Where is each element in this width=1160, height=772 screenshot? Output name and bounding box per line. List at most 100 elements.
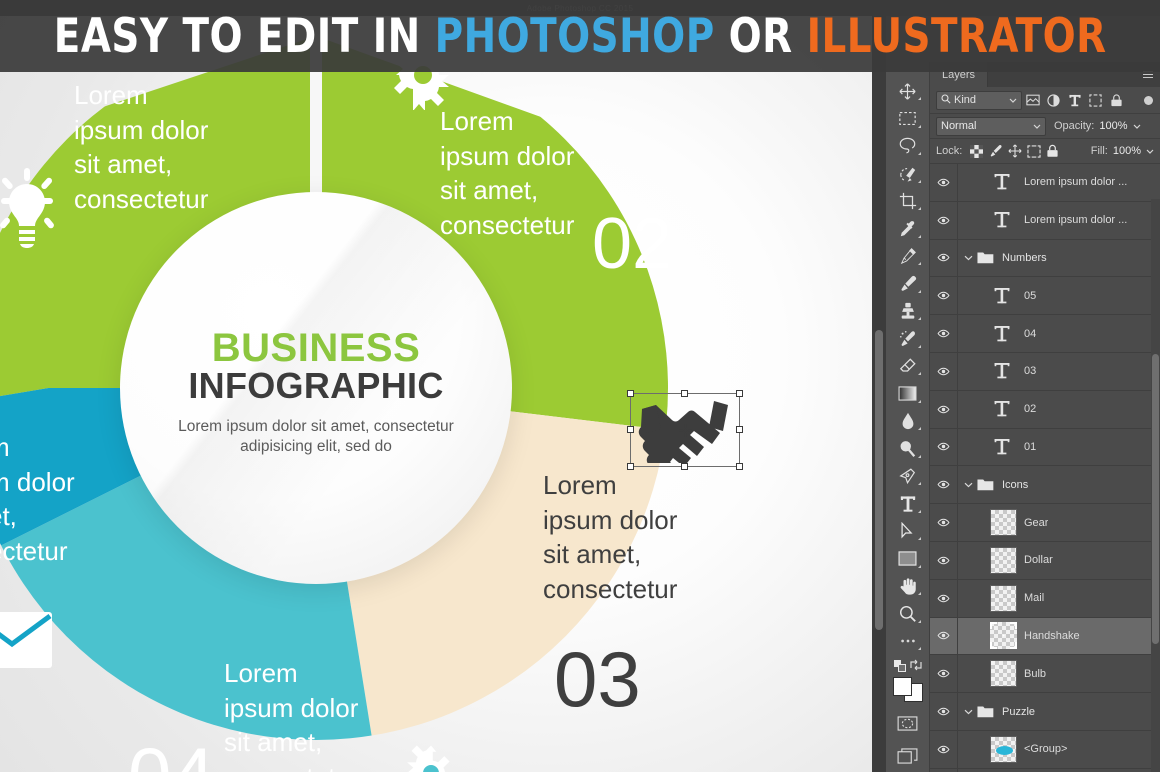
layer-thumbnail[interactable] <box>990 509 1017 537</box>
fill-stepper-icon[interactable] <box>1146 145 1154 157</box>
layer-visibility-toggle[interactable] <box>930 428 958 466</box>
layer-row[interactable]: Mail <box>930 579 1160 618</box>
type-filter-icon[interactable] <box>1064 91 1085 110</box>
default-and-swap-colors-row[interactable] <box>893 658 923 672</box>
blend-mode-row[interactable]: Normal Opacity: 100% <box>930 114 1160 139</box>
layers-panel-scrollbar[interactable] <box>1151 199 1160 772</box>
transform-handle-ne[interactable] <box>736 390 743 397</box>
transform-handle-nw[interactable] <box>627 390 634 397</box>
adjustment-filter-icon[interactable] <box>1043 91 1064 110</box>
layer-visibility-toggle[interactable] <box>930 277 958 315</box>
edit-toolbar-tool[interactable] <box>893 630 923 652</box>
layer-visibility-toggle[interactable] <box>930 579 958 617</box>
filter-kind-select[interactable]: Kind <box>936 90 1022 110</box>
layer-list[interactable]: Lorem ipsum dolor ... Lorem ipsum dolor .… <box>930 164 1160 772</box>
layer-body[interactable]: Numbers <box>958 240 1160 277</box>
lock-transparent-pixels-icon[interactable] <box>967 142 986 161</box>
history-brush-tool[interactable] <box>893 328 923 350</box>
layer-visibility-toggle[interactable] <box>930 541 958 579</box>
layer-thumbnail[interactable] <box>990 660 1017 688</box>
layer-row[interactable]: Lorem ipsum dolor ... <box>930 164 1160 202</box>
layer-row[interactable]: Gear <box>930 504 1160 542</box>
layer-row[interactable]: 05 <box>930 277 1160 316</box>
opacity-value[interactable]: 100% <box>1099 120 1127 132</box>
layer-thumbnail[interactable] <box>990 546 1017 574</box>
layer-row[interactable]: Icons <box>930 466 1160 505</box>
layer-body[interactable]: Gear <box>958 504 1160 541</box>
layer-body[interactable]: Lorem ipsum dolor ... <box>958 202 1160 239</box>
layer-row[interactable]: <Group> <box>930 730 1160 769</box>
panel-menu-icon[interactable] <box>1143 71 1153 79</box>
layer-group-disclosure-icon[interactable] <box>962 482 974 488</box>
layer-visibility-toggle[interactable] <box>930 164 958 201</box>
layer-row[interactable]: Dollar <box>930 541 1160 580</box>
layer-visibility-toggle[interactable] <box>930 201 958 239</box>
layer-visibility-toggle[interactable] <box>930 504 958 541</box>
move-tool[interactable] <box>893 80 923 102</box>
layer-visibility-toggle[interactable] <box>930 390 958 428</box>
layers-scrollbar-thumb[interactable] <box>1152 354 1159 644</box>
layer-filter-row[interactable]: Kind <box>930 87 1160 114</box>
layer-body[interactable]: Bulb <box>958 655 1160 692</box>
layer-group-disclosure-icon[interactable] <box>962 709 974 715</box>
layer-visibility-toggle[interactable] <box>930 315 958 352</box>
blur-tool[interactable] <box>893 410 923 432</box>
opacity-stepper-icon[interactable] <box>1133 120 1141 132</box>
layer-visibility-toggle[interactable] <box>930 655 958 693</box>
clone-stamp-tool[interactable] <box>893 300 923 322</box>
layer-body[interactable]: 04 <box>958 315 1160 352</box>
crop-tool[interactable] <box>893 190 923 212</box>
rectangle-tool[interactable] <box>893 548 923 570</box>
type-tool[interactable] <box>893 493 923 515</box>
layer-row[interactable]: 01 <box>930 428 1160 467</box>
transform-handle-s[interactable] <box>681 463 688 470</box>
foreground-background-color-swatch[interactable] <box>892 676 923 703</box>
hand-tool[interactable] <box>893 575 923 597</box>
layer-body[interactable]: Handshake <box>958 618 1160 655</box>
blend-mode-select[interactable]: Normal <box>936 116 1046 136</box>
lock-all-icon[interactable] <box>1043 142 1062 161</box>
quick-mask-mode-icon[interactable] <box>893 712 923 734</box>
transform-handle-sw[interactable] <box>627 463 634 470</box>
path-selection-tool[interactable] <box>893 520 923 542</box>
spot-healing-brush-tool[interactable] <box>893 245 923 267</box>
swap-colors-icon[interactable] <box>909 658 922 676</box>
eyedropper-tool[interactable] <box>893 218 923 240</box>
layer-body[interactable]: Icons <box>958 466 1160 503</box>
layer-body[interactable]: Lorem ipsum dolor ... <box>958 164 1160 201</box>
layer-row[interactable]: Handshake <box>930 617 1160 656</box>
filter-enable-toggle[interactable] <box>1143 91 1154 110</box>
layer-row[interactable]: 02 <box>930 390 1160 429</box>
lock-position-icon[interactable] <box>1005 142 1024 161</box>
quick-selection-tool[interactable] <box>893 163 923 185</box>
pixel-filter-icon[interactable] <box>1022 91 1043 110</box>
brush-tool[interactable] <box>893 273 923 295</box>
zoom-tool[interactable] <box>893 603 923 625</box>
tools-panel[interactable] <box>886 62 930 772</box>
layer-body[interactable]: Mail <box>958 580 1160 617</box>
lock-image-pixels-icon[interactable] <box>986 142 1005 161</box>
layer-row[interactable]: 03 <box>930 352 1160 391</box>
layer-body[interactable]: Dollar <box>958 542 1160 579</box>
gradient-tool[interactable] <box>893 383 923 405</box>
pen-tool[interactable] <box>893 465 923 487</box>
transform-selection-box[interactable] <box>627 390 743 470</box>
transform-handle-n[interactable] <box>681 390 688 397</box>
transform-handle-e[interactable] <box>736 426 743 433</box>
shape-filter-icon[interactable] <box>1085 91 1106 110</box>
lock-row[interactable]: Lock: Fill: 100% <box>930 139 1160 164</box>
layer-thumbnail[interactable] <box>990 735 1017 763</box>
layer-body[interactable]: 05 <box>958 277 1160 314</box>
default-colors-icon[interactable] <box>893 659 906 677</box>
layer-body[interactable]: 02 <box>958 391 1160 428</box>
layer-visibility-toggle[interactable] <box>930 617 958 655</box>
eraser-tool[interactable] <box>893 355 923 377</box>
layer-row[interactable]: Lorem ipsum dolor ... <box>930 201 1160 240</box>
layer-body[interactable]: 03 <box>958 353 1160 390</box>
layers-panel[interactable]: Layers Kind Normal Opacity: 100% Lock: F… <box>930 62 1160 772</box>
transform-handle-w[interactable] <box>627 426 634 433</box>
canvas-scrollbar-thumb[interactable] <box>875 330 883 630</box>
layer-thumbnail[interactable] <box>990 622 1017 650</box>
foreground-color-swatch[interactable] <box>892 676 912 696</box>
layer-visibility-toggle[interactable] <box>930 466 958 504</box>
